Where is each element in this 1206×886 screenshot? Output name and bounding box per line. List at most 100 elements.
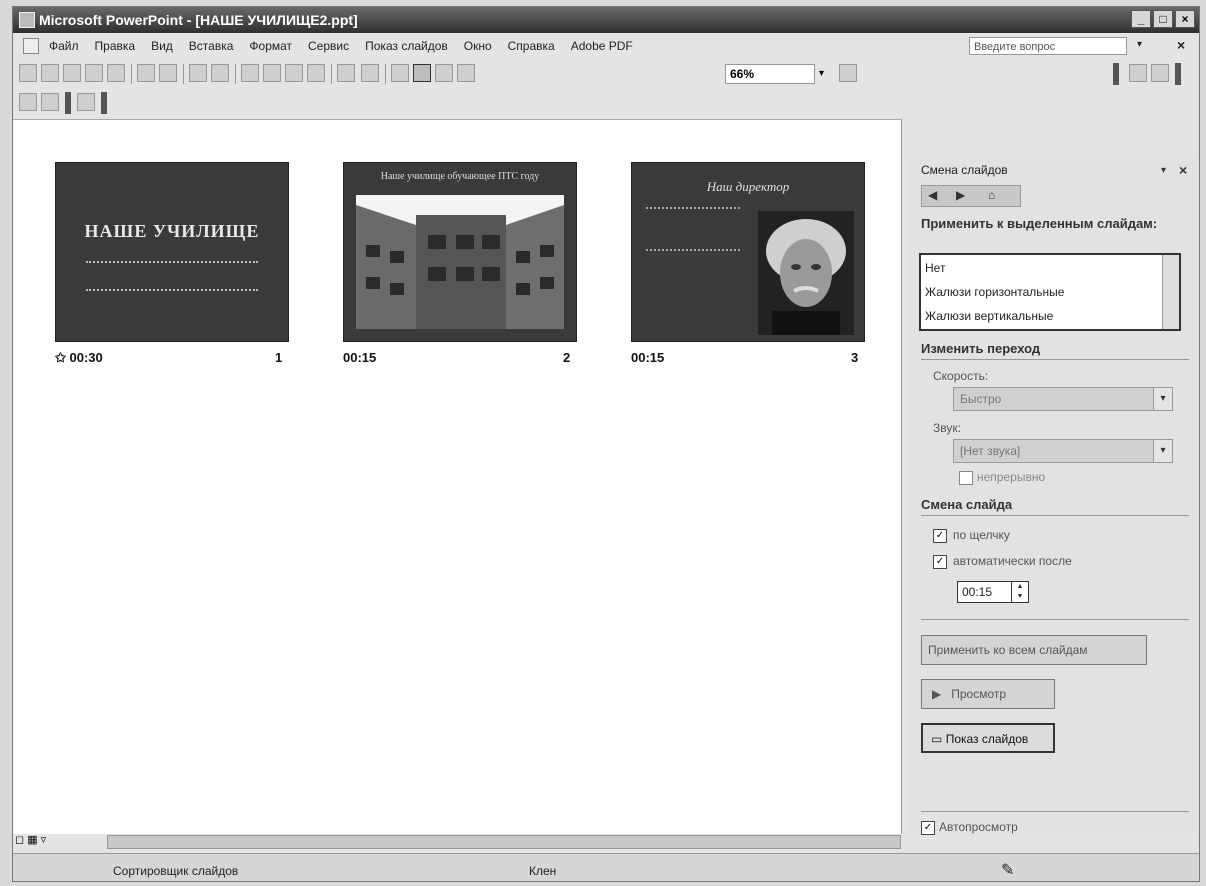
open-icon[interactable] [41, 64, 59, 82]
normal-view-icon[interactable]: ◻ [15, 834, 24, 846]
sorter-toolbar [13, 89, 173, 117]
on-click-checkbox[interactable]: ✓ [933, 529, 947, 543]
speed-label: Скорость: [933, 369, 989, 383]
document-close-icon[interactable]: × [1177, 37, 1185, 53]
toolbar-grip-right-icon[interactable] [1175, 63, 1181, 85]
home-icon[interactable]: ⌂ [988, 188, 995, 202]
rehearse-timings-icon[interactable] [41, 93, 59, 111]
toolbar2-grip-icon[interactable] [65, 92, 71, 114]
slideshow-label: Показ слайдов [945, 732, 1029, 746]
menu-edit[interactable]: Правка [95, 39, 136, 53]
horizontal-scrollbar[interactable] [107, 835, 901, 849]
transition-option[interactable]: Жалюзи вертикальные [925, 309, 1053, 323]
design-icon[interactable] [1129, 64, 1147, 82]
transition-list[interactable]: Нет Жалюзи горизонтальные Жалюзи вертика… [919, 253, 1181, 331]
minimize-button[interactable]: _ [1131, 10, 1151, 28]
menu-tools[interactable]: Сервис [308, 39, 349, 53]
redo-icon[interactable] [361, 64, 379, 82]
menu-insert[interactable]: Вставка [189, 39, 234, 53]
apply-heading: Применить к выделенным слайдам: [921, 216, 1158, 231]
print-preview-icon[interactable] [159, 64, 177, 82]
chevron-down-icon[interactable]: ▾ [1153, 440, 1172, 462]
autopreview-label: Автопросмотр [939, 820, 1018, 834]
slide-2-time: 00:15 [343, 350, 377, 365]
document-icon[interactable] [23, 38, 39, 54]
powerpoint-app-icon [19, 12, 35, 28]
menu-adobe-pdf[interactable]: Adobe PDF [571, 39, 633, 53]
slide-thumbnail-2[interactable]: Наше училище обучающее ПТС году [343, 162, 577, 342]
transition-option[interactable]: Жалюзи горизонтальные [925, 285, 1064, 299]
cut-icon[interactable] [241, 64, 259, 82]
menu-bar: Файл Правка Вид Вставка Формат Сервис По… [13, 34, 1199, 58]
show-formatting-icon[interactable] [457, 64, 475, 82]
maximize-button[interactable]: □ [1153, 10, 1173, 28]
email-icon[interactable] [107, 64, 125, 82]
slide-thumbnail-1[interactable]: НАШЕ УЧИЛИЩЕ [55, 162, 289, 342]
menu-format[interactable]: Формат [249, 39, 292, 53]
print-icon[interactable] [137, 64, 155, 82]
slideshow-view-icon[interactable]: ▿ [41, 834, 47, 846]
ask-question-input[interactable]: Введите вопрос [969, 37, 1127, 55]
menu-slideshow[interactable]: Показ слайдов [365, 39, 448, 53]
preview-button[interactable]: ▶ Просмотр [921, 679, 1055, 709]
toolbar-grip-icon[interactable] [1113, 63, 1119, 85]
format-painter-icon[interactable] [307, 64, 325, 82]
slide-2-title: Наше училище обучающее ПТС году [380, 171, 540, 182]
research-icon[interactable] [211, 64, 229, 82]
summary-slide-icon[interactable] [77, 93, 95, 111]
list-scrollbar[interactable] [1162, 255, 1179, 329]
speed-select[interactable]: Быстро ▾ [953, 387, 1173, 411]
sound-label: Звук: [933, 421, 961, 435]
slide-3-time: 00:15 [631, 350, 665, 365]
undo-icon[interactable] [337, 64, 355, 82]
loop-label: непрерывно [977, 470, 1046, 484]
slide-sorter-area: НАШЕ УЧИЛИЩЕ Наше училище обучающее ПТС … [13, 119, 902, 834]
status-design: Клен [529, 864, 557, 878]
spelling-icon[interactable] [189, 64, 207, 82]
permission-icon[interactable] [85, 64, 103, 82]
sound-select[interactable]: [Нет звука] ▾ [953, 439, 1173, 463]
help-icon[interactable] [839, 64, 857, 82]
standard-toolbar: 66% ▾ [13, 60, 1199, 88]
pane-menu-icon[interactable]: ▾ [1161, 165, 1166, 176]
color-grayscale-icon[interactable] [413, 64, 431, 82]
forward-icon[interactable]: ▶ [956, 188, 965, 202]
zoom-dropdown-icon[interactable]: ▾ [819, 68, 824, 79]
director-portrait [758, 211, 854, 335]
sorter-view-icon[interactable]: ▦ [27, 834, 37, 846]
chart-icon[interactable] [391, 64, 409, 82]
new-slide-icon[interactable] [1151, 64, 1169, 82]
autopreview-checkbox[interactable]: ✓ [921, 821, 935, 835]
auto-advance-checkbox[interactable]: ✓ [933, 555, 947, 569]
spinner-arrows-icon[interactable]: ▲ ▼ [1011, 582, 1028, 602]
menu-help[interactable]: Справка [508, 39, 555, 53]
ask-dropdown-icon[interactable]: ▾ [1137, 39, 1142, 50]
pane-close-icon[interactable]: × [1179, 162, 1187, 178]
auto-advance-label: автоматически после [953, 554, 1072, 568]
spell-check-icon: ✎ [1001, 862, 1015, 879]
auto-time-spinner[interactable]: 00:15 ▲ ▼ [957, 581, 1029, 603]
zoom-select[interactable]: 66% [725, 64, 815, 84]
new-icon[interactable] [19, 64, 37, 82]
menu-window[interactable]: Окно [464, 39, 492, 53]
save-icon[interactable] [63, 64, 81, 82]
modify-heading: Изменить переход [921, 341, 1041, 356]
loop-checkbox[interactable] [959, 471, 973, 485]
apply-all-button[interactable]: Применить ко всем слайдам [921, 635, 1147, 665]
hide-slide-icon[interactable] [19, 93, 37, 111]
back-icon[interactable]: ◀ [928, 188, 937, 202]
speed-value: Быстро [960, 392, 1002, 406]
menu-view[interactable]: Вид [151, 39, 173, 53]
status-view: Сортировщик слайдов [113, 864, 239, 878]
close-button[interactable]: × [1175, 10, 1195, 28]
slide-thumbnail-3[interactable]: Наш директор [631, 162, 865, 342]
chevron-down-icon[interactable]: ▾ [1153, 388, 1172, 410]
advance-heading: Смена слайда [921, 497, 1013, 512]
menu-file[interactable]: Файл [49, 39, 79, 53]
table-icon[interactable] [435, 64, 453, 82]
transition-option[interactable]: Нет [925, 261, 945, 275]
paste-icon[interactable] [285, 64, 303, 82]
copy-icon[interactable] [263, 64, 281, 82]
toolbar2-grip-end-icon[interactable] [101, 92, 107, 114]
slideshow-button[interactable]: ▭ Показ слайдов [921, 723, 1055, 753]
